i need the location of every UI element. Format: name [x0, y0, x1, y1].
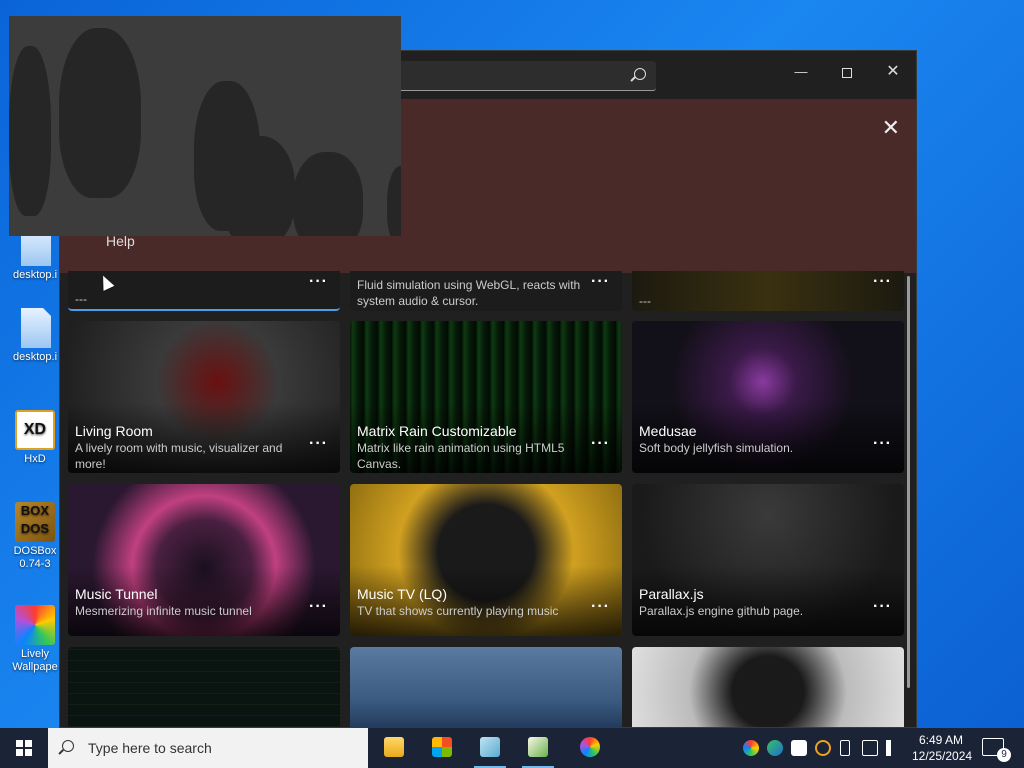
desktop-icon-file-2[interactable]: desktop.i	[6, 308, 64, 364]
search-icon[interactable]	[634, 68, 646, 80]
card-description: Mesmerizing infinite music tunnel	[75, 604, 252, 618]
wallpaper-card-partial-2[interactable]: Fluid simulation using WebGL, reacts wit…	[350, 271, 622, 311]
wallpaper-card-row3-2[interactable]	[350, 647, 622, 727]
desktop-icon-lively[interactable]: Lively Wallpape	[6, 605, 64, 674]
more-options-button[interactable]: ···	[309, 435, 328, 453]
card-title: Medusae	[639, 423, 697, 439]
windows-logo-icon	[16, 740, 32, 756]
clock-date: 12/25/2024	[912, 749, 973, 763]
scrollbar[interactable]	[907, 276, 910, 688]
tray-lively-icon[interactable]	[743, 740, 759, 756]
more-options-button[interactable]: ···	[309, 598, 328, 616]
lively-icon	[15, 605, 55, 645]
taskbar-search-box[interactable]: Type here to search	[48, 728, 368, 768]
wallpaper-card-row3-3[interactable]	[632, 647, 904, 727]
tray-battery-icon[interactable]	[840, 740, 850, 756]
more-options-button[interactable]: ···	[591, 435, 610, 453]
spreadsheet-icon	[528, 737, 548, 757]
taskbar-app-store[interactable]	[418, 728, 466, 768]
more-options-button[interactable]: ···	[873, 273, 892, 291]
more-options-button[interactable]: ···	[309, 273, 328, 291]
wallpaper-card-music-tunnel[interactable]: Music Tunnel Mesmerizing infinite music …	[68, 484, 340, 636]
silhouette	[221, 136, 295, 236]
tray-search-icon[interactable]	[815, 740, 831, 756]
desktop-icon-hxd[interactable]: XD HxD	[6, 410, 64, 466]
clock-time: 6:49 AM	[918, 733, 964, 747]
start-button[interactable]	[0, 728, 48, 768]
card-description: ---	[639, 294, 651, 308]
taskbar-search-placeholder: Type here to search	[88, 740, 212, 756]
card-description: Parallax.js engine github page.	[639, 604, 804, 618]
more-options-button[interactable]: ···	[591, 598, 610, 616]
silhouette	[59, 28, 141, 198]
tray-app-icon[interactable]	[767, 740, 783, 756]
wallpaper-card-living-room[interactable]: Living Room A lively room with music, vi…	[68, 321, 340, 473]
banner-close-button[interactable]: ✕	[882, 115, 900, 141]
wallpaper-card-parallax[interactable]: Parallax.js Parallax.js engine github pa…	[632, 484, 904, 636]
card-title: Living Room	[75, 423, 153, 439]
file-explorer-icon	[384, 737, 404, 757]
card-title: Music Tunnel	[75, 586, 158, 602]
taskbar-clock[interactable]: 6:49 AM 12/25/2024	[912, 732, 973, 764]
silhouette	[387, 166, 401, 236]
taskbar: Type here to search 6:49 AM 12/25/2024 9	[0, 728, 1024, 768]
card-title: Parallax.js	[639, 586, 704, 602]
card-description: Matrix like rain animation using HTML5 C…	[357, 441, 565, 471]
dosbox-icon: BOX DOS	[15, 502, 55, 542]
close-button[interactable]: ✕	[870, 57, 916, 87]
more-options-button[interactable]: ···	[873, 598, 892, 616]
notification-count-badge: 9	[997, 748, 1011, 762]
search-icon	[62, 740, 74, 752]
taskbar-app-notepad[interactable]	[466, 728, 514, 768]
silhouette	[9, 46, 51, 216]
taskbar-app-file-explorer[interactable]	[370, 728, 418, 768]
wallpaper-card-row3-1[interactable]	[68, 647, 340, 727]
maximize-icon	[842, 67, 852, 78]
more-options-button[interactable]: ···	[873, 435, 892, 453]
desktop-icon-label: desktop.i	[12, 351, 58, 363]
notepad-icon	[480, 737, 500, 757]
minimize-button[interactable]: —	[778, 57, 824, 87]
wallpaper-card-medusae[interactable]: Medusae Soft body jellyfish simulation. …	[632, 321, 904, 473]
wallpaper-card-partial-3[interactable]: --- ···	[632, 271, 904, 311]
silhouette	[293, 152, 363, 236]
wallpaper-card-music-tv[interactable]: Music TV (LQ) TV that shows currently pl…	[350, 484, 622, 636]
lively-icon	[580, 737, 600, 757]
card-description: A lively room with music, visualizer and…	[75, 441, 283, 471]
taskbar-app-spreadsheet[interactable]	[514, 728, 562, 768]
card-title: Matrix Rain Customizable	[357, 423, 517, 439]
card-description: ---	[75, 292, 87, 306]
store-icon	[432, 737, 452, 757]
card-description: TV that shows currently playing music	[357, 604, 559, 618]
card-title: Music TV (LQ)	[357, 586, 447, 602]
wallpaper-card-matrix-rain[interactable]: Matrix Rain Customizable Matrix like rai…	[350, 321, 622, 473]
video-preview-overlay	[9, 16, 401, 236]
hxd-icon: XD	[15, 410, 55, 450]
file-icon	[21, 308, 51, 348]
desktop-icon-label: Lively Wallpape	[12, 648, 58, 673]
card-description: Fluid simulation using WebGL, reacts wit…	[357, 278, 581, 308]
maximize-button[interactable]	[824, 57, 870, 87]
desktop-icon-label: desktop.i	[12, 269, 58, 281]
card-description: Soft body jellyfish simulation.	[639, 441, 794, 455]
tray-volume-icon[interactable]	[886, 740, 902, 756]
tray-security-icon[interactable]	[791, 740, 807, 756]
tray-network-icon[interactable]	[862, 740, 878, 756]
notification-center-button[interactable]: 9	[982, 738, 1011, 762]
more-options-button[interactable]: ···	[591, 273, 610, 291]
desktop-icon-dosbox[interactable]: BOX DOS DOSBox 0.74-3	[6, 502, 64, 571]
desktop-icon-label: DOSBox 0.74-3	[13, 545, 57, 570]
wallpaper-grid: --- ··· Fluid simulation using WebGL, re…	[68, 271, 906, 727]
library-search-input[interactable]	[370, 61, 656, 91]
desktop-icon-label: HxD	[24, 453, 46, 465]
taskbar-app-lively[interactable]	[566, 728, 614, 768]
